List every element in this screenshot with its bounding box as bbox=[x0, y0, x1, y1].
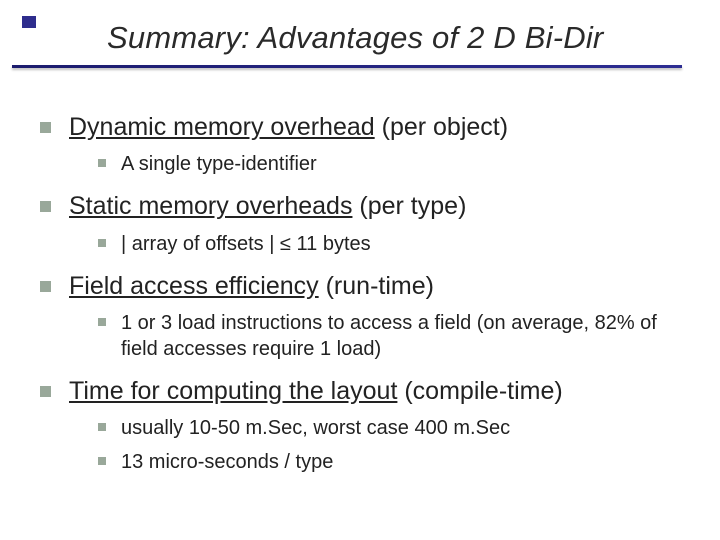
square-bullet-icon bbox=[40, 201, 51, 212]
list-item: Dynamic memory overhead (per object) bbox=[40, 112, 690, 143]
square-bullet-icon bbox=[40, 386, 51, 397]
bullet-text: 13 micro-seconds / type bbox=[121, 449, 333, 475]
square-bullet-icon bbox=[40, 281, 51, 292]
title-underline bbox=[12, 65, 682, 68]
list-item: usually 10-50 m.Sec, worst case 400 m.Se… bbox=[98, 415, 690, 441]
list-item: A single type-identifier bbox=[98, 151, 690, 177]
list-item: Time for computing the layout (compile-t… bbox=[40, 376, 690, 407]
bullet-text: Field access efficiency (run-time) bbox=[69, 271, 434, 302]
bullet-text: A single type-identifier bbox=[121, 151, 317, 177]
square-bullet-icon bbox=[40, 122, 51, 133]
square-bullet-icon bbox=[98, 457, 106, 465]
square-bullet-icon bbox=[98, 423, 106, 431]
list-item: Field access efficiency (run-time) bbox=[40, 271, 690, 302]
list-item: | array of offsets | ≤ 11 bytes bbox=[98, 231, 690, 257]
bullet-text: 1 or 3 load instructions to access a fie… bbox=[121, 310, 690, 362]
title-accent-square bbox=[22, 16, 36, 28]
square-bullet-icon bbox=[98, 239, 106, 247]
bullet-text: Dynamic memory overhead (per object) bbox=[69, 112, 508, 143]
list-item: Static memory overheads (per type) bbox=[40, 191, 690, 222]
slide-title: Summary: Advantages of 2 D Bi-Dir bbox=[107, 20, 603, 56]
square-bullet-icon bbox=[98, 318, 106, 326]
slide-body: Dynamic memory overhead (per object) A s… bbox=[40, 98, 690, 479]
list-item: 13 micro-seconds / type bbox=[98, 449, 690, 475]
bullet-text: | array of offsets | ≤ 11 bytes bbox=[121, 231, 371, 257]
bullet-text: Time for computing the layout (compile-t… bbox=[69, 376, 563, 407]
bullet-text: Static memory overheads (per type) bbox=[69, 191, 466, 222]
bullet-text: usually 10-50 m.Sec, worst case 400 m.Se… bbox=[121, 415, 510, 441]
slide: Summary: Advantages of 2 D Bi-Dir Dynami… bbox=[0, 0, 720, 540]
square-bullet-icon bbox=[98, 159, 106, 167]
list-item: 1 or 3 load instructions to access a fie… bbox=[98, 310, 690, 362]
